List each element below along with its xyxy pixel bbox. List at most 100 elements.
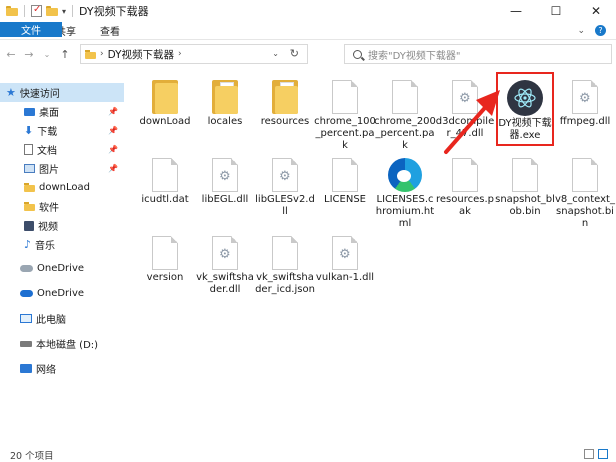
sidebar-item-downloads[interactable]: ⬇ 下载 📌 (0, 121, 124, 140)
file-item[interactable]: ⚙ libEGL.dll (194, 156, 256, 206)
file-item[interactable]: locales (194, 78, 256, 128)
sidebar-item-network[interactable]: 网络 (0, 359, 124, 378)
file-item[interactable]: version (134, 234, 196, 284)
search-input[interactable]: 搜索"DY视频下载器" (344, 44, 612, 64)
sidebar-item-videos[interactable]: 视频 (0, 216, 124, 235)
sidebar-item-music[interactable]: ♪ 音乐 (0, 235, 124, 254)
document-icon (24, 144, 33, 155)
onedrive-icon (20, 290, 33, 297)
picture-icon (24, 164, 35, 173)
file-item[interactable]: ⚙ ffmpeg.dll (554, 78, 616, 128)
forward-icon[interactable]: → (22, 48, 36, 61)
file-name: libEGL.dll (201, 194, 249, 205)
file-icon (152, 236, 178, 270)
file-item[interactable]: ⚙ vulkan-1.dll (314, 234, 376, 284)
file-item[interactable]: vk_swiftshader_icd.json (254, 234, 316, 296)
file-name: chrome_200_percent.pak (374, 116, 436, 151)
chevron-right-icon[interactable]: › (100, 49, 104, 59)
sidebar-item-download-folder[interactable]: downLoad (0, 178, 124, 197)
file-item[interactable]: chrome_200_percent.pak (374, 78, 436, 152)
sidebar-item-this-pc[interactable]: 此电脑 (0, 309, 124, 328)
window-controls: — ☐ ✕ (496, 0, 616, 22)
chevron-down-icon[interactable]: ⌄ (272, 49, 279, 58)
quick-access-toolbar: ▾ (0, 4, 75, 17)
address-bar[interactable]: › DY视频下载器 › ⌄ ↻ (80, 44, 308, 64)
sidebar-item-local-disk[interactable]: 本地磁盘 (D:) (0, 334, 124, 353)
file-item[interactable]: snapshot_blob.bin (494, 156, 556, 218)
file-name: ffmpeg.dll (559, 116, 611, 127)
refresh-icon[interactable]: ↻ (290, 47, 299, 60)
tab-file[interactable]: 文件 (0, 22, 62, 37)
file-item[interactable]: ⚙ vk_swiftshader.dll (194, 234, 256, 296)
file-item[interactable]: ⚙ libGLESv2.dll (254, 156, 316, 218)
item-count: 20 个项目 (10, 451, 54, 462)
file-item[interactable]: chrome_100_percent.pak (314, 78, 376, 152)
file-name: LICENSE (324, 194, 366, 205)
disk-icon (20, 340, 32, 347)
file-name: locales (207, 116, 243, 127)
dll-icon: ⚙ (332, 236, 358, 270)
large-icons-view-icon[interactable] (598, 449, 608, 459)
up-icon[interactable]: ↑ (58, 48, 72, 61)
onedrive-icon (20, 265, 33, 272)
file-item[interactable]: downLoad (134, 78, 196, 128)
file-item[interactable]: resources (254, 78, 316, 128)
sidebar-item-label: 视频 (38, 222, 58, 233)
details-view-icon[interactable] (584, 449, 594, 459)
close-button[interactable]: ✕ (576, 0, 616, 22)
pin-icon: 📌 (108, 164, 118, 173)
search-placeholder: 搜索"DY视频下载器" (368, 50, 461, 62)
sidebar-item-quick-access[interactable]: ★ 快速访问 (0, 83, 124, 102)
annotation-arrow (444, 90, 500, 154)
file-item[interactable]: icudtl.dat (134, 156, 196, 206)
maximize-button[interactable]: ☐ (536, 0, 576, 22)
file-item[interactable]: resources.pak (434, 156, 496, 218)
file-item[interactable]: LICENSE (314, 156, 376, 206)
pin-icon: 📌 (108, 126, 118, 135)
sidebar-item-software[interactable]: 软件 (0, 197, 124, 216)
sidebar-item-onedrive-2[interactable]: OneDrive (0, 284, 124, 303)
sidebar-item-desktop[interactable]: 桌面 📌 (0, 102, 124, 121)
folder-icon (272, 80, 298, 114)
dll-icon: ⚙ (212, 236, 238, 270)
file-item[interactable]: LICENSES.chromium.html (374, 156, 436, 230)
star-icon: ★ (6, 86, 16, 99)
sidebar-item-documents[interactable]: 文档 📌 (0, 140, 124, 159)
sidebar-item-onedrive[interactable]: OneDrive (0, 259, 124, 278)
file-name: vulkan-1.dll (315, 272, 375, 283)
sidebar-item-label: 快速访问 (19, 89, 60, 100)
file-name: resources.pak (436, 194, 494, 217)
ribbon: 文件 主页 共享 查看 ⌄ ? (0, 22, 616, 40)
separator (24, 5, 25, 17)
new-folder-icon[interactable] (46, 6, 58, 16)
file-icon (272, 236, 298, 270)
file-icon (152, 158, 178, 192)
folder-icon[interactable] (6, 6, 18, 16)
pin-icon: 📌 (108, 107, 118, 116)
sidebar-item-label: 音乐 (35, 241, 56, 252)
sidebar-item-label: 本地磁盘 (D:) (36, 340, 99, 351)
chevron-right-icon[interactable]: › (178, 49, 182, 59)
download-icon: ⬇ (24, 124, 34, 137)
music-icon: ♪ (24, 238, 32, 251)
title-bar: ▾ DY视频下载器 — ☐ ✕ (0, 0, 616, 22)
back-icon[interactable]: ← (4, 48, 18, 61)
file-icon (332, 158, 358, 192)
navigation-pane: ★ 快速访问 桌面 📌 ⬇ 下载 📌 文档 📌 图片 📌 downLoad 软件… (0, 80, 124, 440)
network-icon (20, 364, 32, 373)
tab-view[interactable]: 查看 (88, 22, 132, 39)
pc-icon (20, 314, 32, 323)
breadcrumb[interactable]: DY视频下载器 (108, 47, 174, 62)
sidebar-item-label: 文档 (37, 146, 57, 157)
recent-chevron-icon[interactable]: ⌄ (40, 50, 54, 59)
chevron-down-icon[interactable]: ▾ (62, 7, 66, 16)
file-name: resources (260, 116, 310, 127)
video-icon (24, 220, 34, 231)
file-item[interactable]: v8_context_snapshot.bin (554, 156, 616, 230)
sidebar-item-pictures[interactable]: 图片 📌 (0, 159, 124, 178)
help-icon[interactable]: ? (595, 25, 606, 36)
properties-icon[interactable] (31, 4, 42, 17)
minimize-button[interactable]: — (496, 0, 536, 22)
expand-ribbon-icon[interactable]: ⌄ (577, 26, 585, 36)
file-name: vk_swiftshader.dll (196, 272, 254, 295)
